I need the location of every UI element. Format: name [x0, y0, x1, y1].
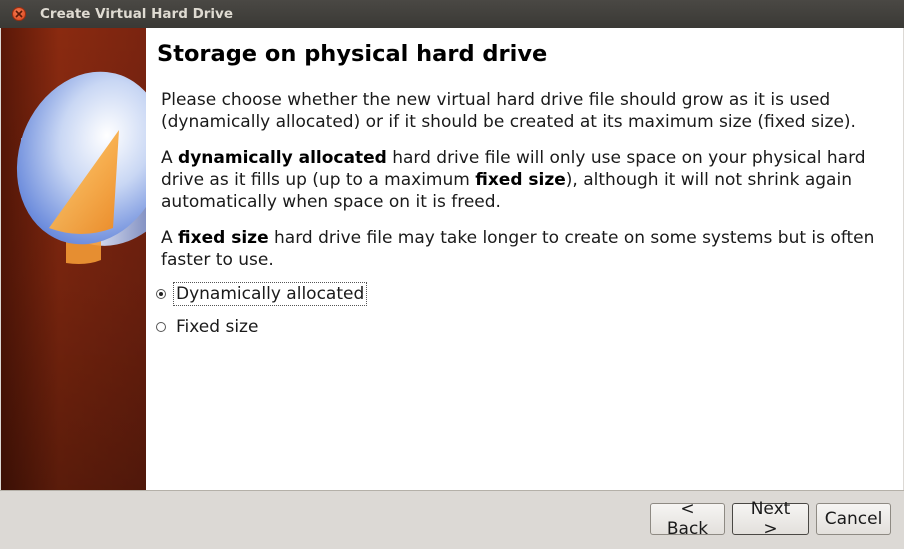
radio-dynamically-allocated[interactable]: Dynamically allocated	[156, 281, 368, 307]
wizard-sidebar	[1, 28, 146, 490]
cancel-button[interactable]: Cancel	[816, 503, 891, 535]
radio-button-checked[interactable]	[156, 289, 166, 299]
title-bar: Create Virtual Hard Drive	[0, 0, 904, 28]
radio-fixed-size[interactable]: Fixed size	[156, 314, 261, 340]
page-title: Storage on physical hard drive	[157, 41, 548, 67]
next-button[interactable]: Next >	[732, 499, 809, 539]
dynamic-description: A dynamically allocated hard drive file …	[161, 148, 866, 212]
wizard-content: Storage on physical hard drive Please ch…	[146, 28, 903, 490]
radio-label-dynamic[interactable]: Dynamically allocated	[173, 282, 368, 306]
hard-drive-icon	[16, 71, 146, 264]
radio-button-unchecked[interactable]	[156, 322, 166, 332]
intro-paragraph: Please choose whether the new virtual ha…	[161, 90, 856, 132]
radio-label-fixed[interactable]: Fixed size	[173, 315, 261, 339]
button-divider	[0, 490, 904, 491]
window-title: Create Virtual Hard Drive	[40, 6, 234, 22]
back-button[interactable]: < Back	[650, 499, 725, 539]
close-icon[interactable]	[12, 7, 26, 21]
fixed-description: A fixed size hard drive file may take lo…	[161, 228, 875, 270]
